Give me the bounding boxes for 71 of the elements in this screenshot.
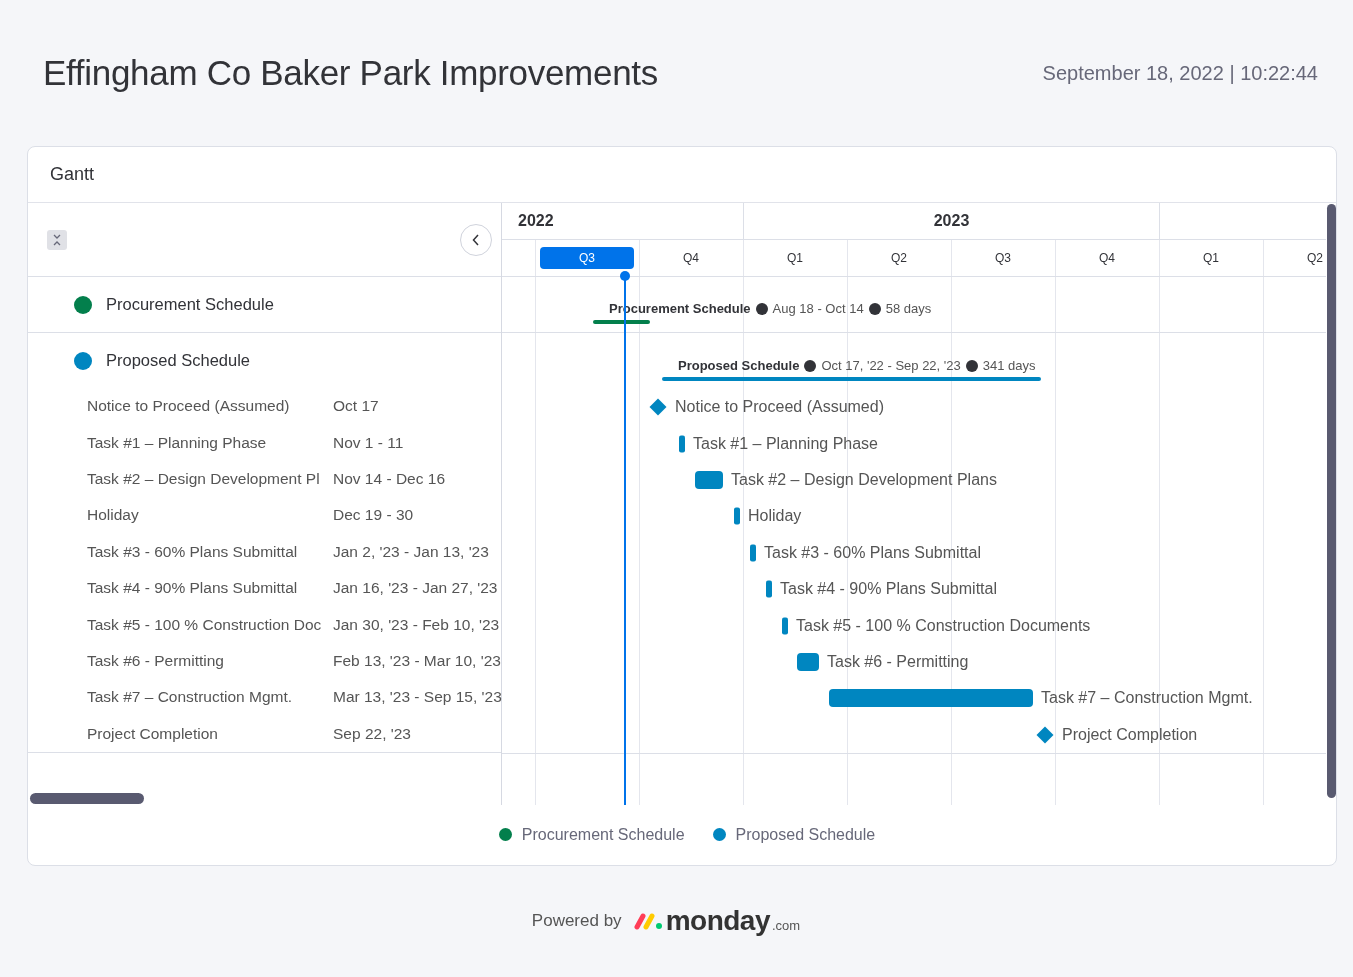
task-bar-label: Task #1 – Planning Phase: [693, 434, 878, 453]
card-title: Gantt: [28, 147, 1336, 203]
task-name: Task #4 - 90% Plans Submittal: [87, 579, 299, 598]
task-bar: [782, 617, 788, 635]
task-dates: Nov 1 - 11: [333, 433, 404, 452]
quarter-tab[interactable]: Q2: [879, 247, 919, 269]
group-name: Proposed Schedule: [106, 351, 251, 370]
task-dates: Feb 13, '23 - Mar 10, '23: [333, 651, 501, 670]
task-name: Task #3 - 60% Plans Submittal: [87, 542, 299, 561]
task-dates: Jan 16, '23 - Jan 27, '23: [333, 579, 498, 598]
brand-suffix: .com: [772, 918, 801, 934]
year-label: 2022: [502, 203, 744, 239]
quarter-tab[interactable]: Q4: [671, 247, 711, 269]
task-bar-label: Notice to Proceed (Assumed): [675, 398, 884, 417]
task-dates: Oct 17: [333, 397, 379, 416]
quarter-tab[interactable]: Q3: [983, 247, 1023, 269]
task-name: Task #5 - 100 % Construction Doc: [87, 615, 323, 634]
collapse-chevrons-icon: [52, 232, 62, 247]
separator-dot: [755, 302, 768, 315]
group-bar-dates: Aug 18 - Oct 14: [772, 301, 864, 316]
timestamp: September 18, 2022 | 10:22:44: [1042, 61, 1318, 85]
task-name: Task #6 - Permitting: [87, 651, 225, 670]
group-bar-duration: 58 days: [885, 301, 932, 316]
task-bar: [797, 652, 819, 671]
quarter-tab[interactable]: Q1: [1191, 247, 1231, 269]
quarter-tab[interactable]: Q3: [540, 247, 634, 269]
task-name: Task #2 – Design Development Pl: [87, 469, 321, 488]
brand-name: monday: [665, 905, 770, 938]
chevron-left-icon: [472, 233, 480, 246]
logo-strokes-icon: [633, 912, 664, 931]
task-bar: [695, 470, 723, 489]
task-dates: Dec 19 - 30: [333, 506, 414, 525]
task-bar: [734, 507, 740, 525]
task-dates: Sep 22, '23: [333, 724, 411, 743]
task-name: Notice to Proceed (Assumed): [87, 397, 291, 416]
group-bar-dates: Oct 17, '22 - Sep 22, '23: [821, 358, 961, 373]
task-name: Project Completion: [87, 724, 219, 743]
task-bar-label: Task #4 - 90% Plans Submittal: [780, 580, 997, 599]
legend-label: Procurement Schedule: [521, 825, 685, 844]
separator-dot: [868, 302, 881, 315]
task-bar: [766, 580, 772, 598]
separator-dot: [804, 359, 817, 372]
task-bar-label: Project Completion: [1062, 725, 1198, 744]
year-label: 2023: [744, 203, 1160, 239]
task-bar-label: Task #5 - 100 % Construction Documents: [796, 616, 1091, 635]
page-title: Effingham Co Baker Park Improvements: [43, 53, 658, 93]
task-bar: [750, 544, 756, 562]
task-dates: Jan 2, '23 - Jan 13, '23: [333, 542, 489, 561]
task-dates: Mar 13, '23 - Sep 15, '23: [333, 688, 502, 707]
task-dates: Jan 30, '23 - Feb 10, '23: [333, 615, 500, 634]
task-name: Task #7 – Construction Mgmt.: [87, 688, 294, 707]
task-bar-label: Task #7 – Construction Mgmt.: [1041, 689, 1253, 708]
quarter-tab[interactable]: Q1: [775, 247, 815, 269]
task-bar: [679, 435, 685, 453]
legend-label: Proposed Schedule: [735, 825, 876, 844]
quarter-tab[interactable]: Q4: [1087, 247, 1127, 269]
separator-dot: [965, 359, 978, 372]
task-bar-label: Task #6 - Permitting: [827, 652, 969, 671]
quarter-tab[interactable]: Q2: [1295, 247, 1326, 269]
task-bar-label: Task #2 – Design Development Plans: [731, 470, 997, 489]
task-bar-label: Task #3 - 60% Plans Submittal: [764, 543, 981, 562]
powered-by-text: Powered by: [531, 911, 622, 932]
task-name: Task #1 – Planning Phase: [87, 433, 268, 452]
group-bar-duration: 341 days: [982, 358, 1036, 373]
task-name: Holiday: [87, 506, 140, 525]
group-bar: [593, 320, 650, 324]
group-bar-name: Proposed Schedule: [678, 358, 800, 373]
task-bar-label: Holiday: [748, 507, 802, 526]
task-dates: Nov 14 - Dec 16: [333, 469, 445, 488]
collapse-all-button[interactable]: [47, 229, 67, 250]
group-name: Procurement Schedule: [106, 295, 274, 314]
